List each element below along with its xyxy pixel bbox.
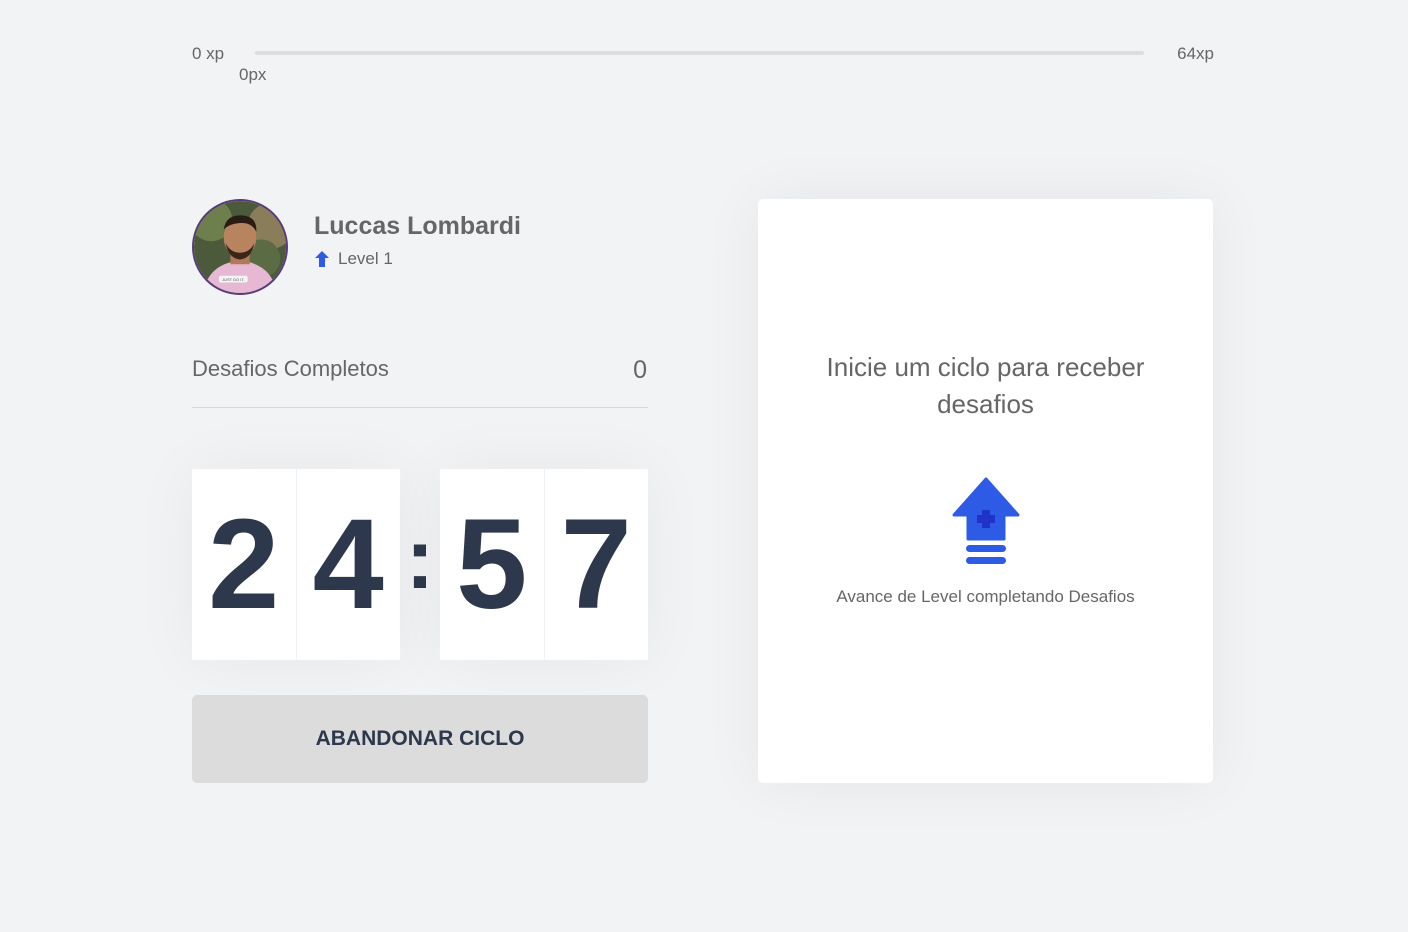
xp-current-label: 0px (239, 65, 267, 84)
avatar-photo: JUST DO IT. (194, 201, 286, 293)
profile: JUST DO IT. Luccas Lombardi Level 1 (192, 199, 521, 295)
minute-digit-left: 2 (192, 469, 297, 660)
level-label: Level 1 (338, 248, 393, 268)
completed-challenges-count: 0 (633, 356, 647, 384)
minute-digit-right: 4 (296, 469, 400, 660)
second-digit-left: 5 (440, 469, 545, 660)
level-up-arrow-icon (314, 250, 330, 268)
challenge-box-title: Inicie um ciclo para receber desafios (826, 352, 1145, 419)
seconds-display: 5 7 (440, 469, 648, 660)
completed-challenges: Desafios Completos 0 (192, 356, 648, 408)
level-row: Level 1 (314, 249, 521, 269)
avatar-shirt-text: JUST DO IT. (222, 277, 244, 282)
challenge-box-hint: Avance de Level completando Desafios (836, 587, 1135, 606)
abandon-cycle-button[interactable]: ABANDONAR CICLO (192, 695, 648, 783)
page: 0 xp 0px 64xp JUST DO IT. Luccas Lombard… (0, 0, 1408, 932)
challenge-box: Inicie um ciclo para receber desafios Av… (758, 199, 1213, 783)
profile-info: Luccas Lombardi Level 1 (314, 212, 521, 269)
avatar: JUST DO IT. (192, 199, 288, 295)
completed-challenges-label: Desafios Completos (192, 356, 389, 381)
xp-max-label: 64xp (1177, 44, 1214, 63)
xp-progress-track (255, 51, 1144, 55)
experience-bar: 0 xp 0px 64xp (192, 40, 1214, 90)
profile-name: Luccas Lombardi (314, 211, 521, 240)
xp-min-label: 0 xp (192, 44, 225, 63)
second-digit-right: 7 (544, 469, 648, 660)
time-separator: : (405, 511, 435, 607)
countdown-timer: 2 4 : 5 7 (192, 469, 648, 660)
minutes-display: 2 4 (192, 469, 400, 660)
level-up-icon (952, 477, 1020, 567)
